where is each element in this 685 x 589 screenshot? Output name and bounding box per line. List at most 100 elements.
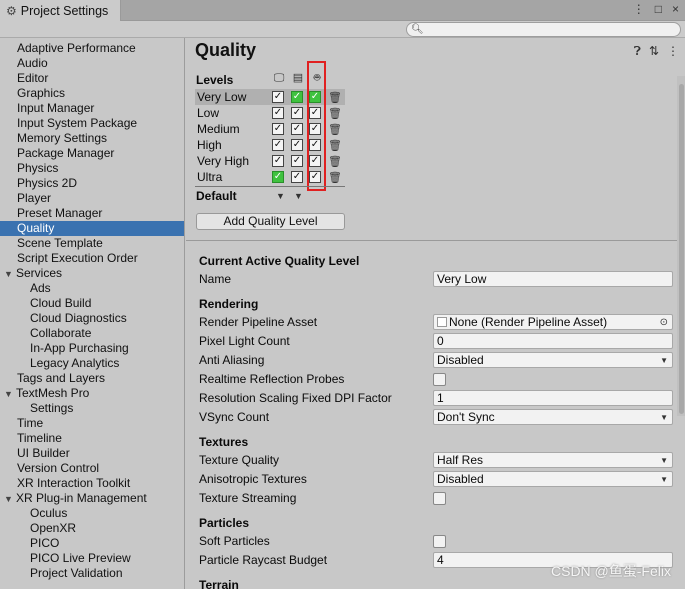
sidebar-item-ads[interactable]: Ads bbox=[0, 281, 184, 296]
trash-icon[interactable]: 🗑︎ bbox=[328, 170, 342, 186]
close-icon[interactable]: × bbox=[672, 2, 679, 16]
sidebar-item-script-execution-order[interactable]: Script Execution Order bbox=[0, 251, 184, 266]
sidebar-item-label: PICO bbox=[30, 536, 60, 550]
platform-checkbox[interactable]: ✓ bbox=[272, 91, 284, 103]
levels-header: Levels bbox=[196, 73, 234, 87]
asset-icon bbox=[437, 317, 447, 327]
sidebar-item-cloud-build[interactable]: Cloud Build bbox=[0, 296, 184, 311]
expand-arrow-icon[interactable]: ▼ bbox=[4, 267, 16, 282]
trash-icon[interactable]: 🗑︎ bbox=[328, 138, 342, 154]
sidebar-item-oculus[interactable]: Oculus bbox=[0, 506, 184, 521]
object-picker-icon[interactable]: ⊙ bbox=[660, 316, 668, 330]
sidebar-item-label: TextMesh Pro bbox=[16, 386, 90, 400]
sidebar-item-legacy-analytics[interactable]: Legacy Analytics bbox=[0, 356, 184, 371]
sidebar-item-xr-plug-in-management[interactable]: ▼ XR Plug-in Management bbox=[0, 491, 184, 506]
texture-quality-dropdown[interactable]: Half Res bbox=[433, 452, 673, 468]
sidebar-item-collaborate[interactable]: Collaborate bbox=[0, 326, 184, 341]
sidebar-item-label: UI Builder bbox=[17, 446, 70, 460]
default-dropdown-standalone[interactable]: ▼ bbox=[276, 191, 285, 201]
sidebar-item-scene-template[interactable]: Scene Template bbox=[0, 236, 184, 251]
trash-icon[interactable]: 🗑︎ bbox=[328, 154, 342, 170]
sidebar-item-input-system-package[interactable]: Input System Package bbox=[0, 116, 184, 131]
tab-project-settings[interactable]: ⚙ Project Settings bbox=[0, 0, 121, 21]
sidebar-item-xr-interaction-toolkit[interactable]: XR Interaction Toolkit bbox=[0, 476, 184, 491]
realtime-reflection-checkbox[interactable] bbox=[433, 373, 446, 386]
search-input[interactable]: 🔍︎ bbox=[406, 22, 681, 37]
sidebar-item-quality[interactable]: Quality bbox=[0, 221, 184, 236]
quality-panel: Quality ❓︎ ⇅ ⋮ Levels 🖵︎ ▤ 🤖︎ Very Low ✓ ✓… bbox=[186, 38, 685, 589]
sidebar-item-physics[interactable]: Physics bbox=[0, 161, 184, 176]
sidebar-item-time[interactable]: Time bbox=[0, 416, 184, 431]
soft-particles-checkbox[interactable] bbox=[433, 535, 446, 548]
pixel-light-field[interactable]: 0 bbox=[433, 333, 673, 349]
expand-arrow-icon[interactable]: ▼ bbox=[4, 387, 16, 402]
platform-checkbox[interactable]: ✓ bbox=[272, 107, 284, 119]
sidebar-item-version-control[interactable]: Version Control bbox=[0, 461, 184, 476]
sidebar-item-timeline[interactable]: Timeline bbox=[0, 431, 184, 446]
sidebar-item-settings[interactable]: Settings bbox=[0, 401, 184, 416]
platform-checkbox[interactable]: ✓ bbox=[272, 155, 284, 167]
sidebar-item-editor[interactable]: Editor bbox=[0, 71, 184, 86]
aniso-dropdown[interactable]: Disabled bbox=[433, 471, 673, 487]
realtime-reflection-label: Realtime Reflection Probes bbox=[199, 372, 345, 386]
sidebar-item-label: Services bbox=[16, 266, 63, 280]
sidebar-item-label: XR Interaction Toolkit bbox=[17, 476, 131, 490]
sidebar-item-project-validation[interactable]: Project Validation bbox=[0, 566, 184, 581]
platform-checkbox[interactable]: ✓ bbox=[272, 139, 284, 151]
sidebar-item-memory-settings[interactable]: Memory Settings bbox=[0, 131, 184, 146]
sidebar-item-label: Physics 2D bbox=[17, 176, 78, 190]
sidebar-item-pico-live-preview[interactable]: PICO Live Preview bbox=[0, 551, 184, 566]
add-quality-level-button[interactable]: Add Quality Level bbox=[196, 213, 345, 230]
sidebar-item-graphics[interactable]: Graphics bbox=[0, 86, 184, 101]
help-icon[interactable]: ❓︎ bbox=[634, 44, 641, 59]
preset-icon[interactable]: ⇅ bbox=[649, 44, 659, 59]
res-scaling-field[interactable]: 1 bbox=[433, 390, 673, 406]
sidebar-item-package-manager[interactable]: Package Manager bbox=[0, 146, 184, 161]
sidebar-item-textmesh-pro[interactable]: ▼ TextMesh Pro bbox=[0, 386, 184, 401]
vsync-dropdown[interactable]: Don't Sync bbox=[433, 409, 673, 425]
anti-aliasing-dropdown[interactable]: Disabled bbox=[433, 352, 673, 368]
texture-streaming-checkbox[interactable] bbox=[433, 492, 446, 505]
sidebar-item-in-app-purchasing[interactable]: In-App Purchasing bbox=[0, 341, 184, 356]
sidebar-item-pico[interactable]: PICO bbox=[0, 536, 184, 551]
render-pipeline-field[interactable]: None (Render Pipeline Asset) ⊙ bbox=[433, 314, 673, 330]
platform-checkbox[interactable]: ✓ bbox=[272, 123, 284, 135]
sidebar-item-cloud-diagnostics[interactable]: Cloud Diagnostics bbox=[0, 311, 184, 326]
trash-icon[interactable]: 🗑︎ bbox=[328, 122, 342, 138]
sidebar-item-ui-builder[interactable]: UI Builder bbox=[0, 446, 184, 461]
sidebar-item-services[interactable]: ▼ Services bbox=[0, 266, 184, 281]
sidebar-item-openxr[interactable]: OpenXR bbox=[0, 521, 184, 536]
default-dropdown-server[interactable]: ▼ bbox=[294, 191, 303, 201]
trash-icon[interactable]: 🗑︎ bbox=[328, 106, 342, 122]
platform-checkbox[interactable]: ✓ bbox=[291, 123, 303, 135]
sidebar-item-adaptive-performance[interactable]: Adaptive Performance bbox=[0, 41, 184, 56]
sidebar-item-tags-and-layers[interactable]: Tags and Layers bbox=[0, 371, 184, 386]
anti-aliasing-label: Anti Aliasing bbox=[199, 353, 265, 367]
quality-level-name: High bbox=[197, 138, 222, 152]
sidebar-item-preset-manager[interactable]: Preset Manager bbox=[0, 206, 184, 221]
platform-checkbox[interactable]: ✓ bbox=[291, 107, 303, 119]
sidebar-item-label: Scene Template bbox=[17, 236, 103, 250]
more-menu-icon[interactable]: ⋮ bbox=[633, 2, 645, 16]
sidebar-item-label: PICO Live Preview bbox=[30, 551, 131, 565]
scrollbar-thumb[interactable] bbox=[679, 84, 684, 414]
sidebar-item-input-manager[interactable]: Input Manager bbox=[0, 101, 184, 116]
divider bbox=[186, 240, 685, 241]
more-menu-icon[interactable]: ⋮ bbox=[667, 44, 679, 59]
expand-arrow-icon[interactable]: ▼ bbox=[4, 492, 16, 507]
platform-checkbox[interactable]: ✓ bbox=[272, 171, 284, 183]
platform-checkbox[interactable]: ✓ bbox=[291, 139, 303, 151]
res-scaling-label: Resolution Scaling Fixed DPI Factor bbox=[199, 391, 392, 405]
pixel-light-label: Pixel Light Count bbox=[199, 334, 290, 348]
sidebar-item-audio[interactable]: Audio bbox=[0, 56, 184, 71]
name-field[interactable]: Very Low bbox=[433, 271, 673, 287]
sidebar-item-label: XR Plug-in Management bbox=[16, 491, 147, 505]
trash-icon[interactable]: 🗑︎ bbox=[328, 90, 342, 106]
sidebar-item-player[interactable]: Player bbox=[0, 191, 184, 206]
platform-checkbox[interactable]: ✓ bbox=[291, 91, 303, 103]
platform-checkbox[interactable]: ✓ bbox=[291, 155, 303, 167]
maximize-icon[interactable]: □ bbox=[655, 2, 662, 16]
render-pipeline-label: Render Pipeline Asset bbox=[199, 315, 318, 329]
sidebar-item-physics-2d[interactable]: Physics 2D bbox=[0, 176, 184, 191]
platform-checkbox[interactable]: ✓ bbox=[291, 171, 303, 183]
